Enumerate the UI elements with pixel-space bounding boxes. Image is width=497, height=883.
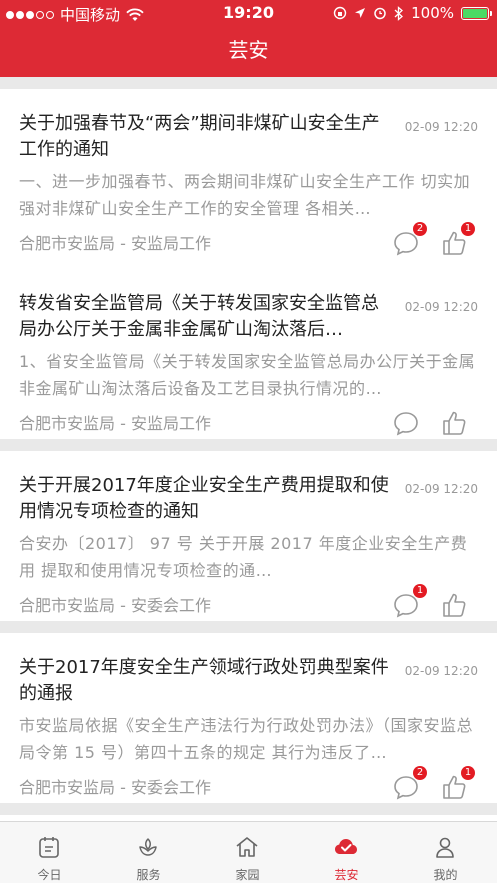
battery-icon bbox=[461, 6, 492, 20]
comment-icon bbox=[394, 412, 418, 436]
status-right: 100% bbox=[333, 4, 492, 22]
orientation-lock-icon bbox=[333, 6, 347, 20]
article-date: 02-09 12:20 bbox=[404, 120, 478, 134]
article-source: 合肥市安监局 - 安委会工作 bbox=[19, 778, 211, 797]
tab-mine[interactable]: 我的 bbox=[396, 822, 495, 883]
article-summary: 一、进一步加强春节、两会期间非煤矿山安全生产工作 切实加强对非煤矿山安全生产工作… bbox=[19, 172, 471, 218]
tab-bar: 今日 服务 家园 芸安 我的 bbox=[0, 821, 497, 883]
status-bar: 中国移动 19:20 100% bbox=[0, 0, 497, 27]
bluetooth-icon bbox=[394, 5, 404, 21]
comment-count-badge: 2 bbox=[413, 766, 427, 780]
article-card[interactable]: 关于加强春节及“两会”期间非煤矿山安全生产工作的通知 02-09 12:20 一… bbox=[0, 89, 497, 269]
tab-label: 芸安 bbox=[334, 868, 359, 882]
tab-label: 今日 bbox=[37, 868, 62, 882]
article-card[interactable]: 转发省安全监管局《关于转发国家安全监管总局办公厅关于金属非金属矿山淘汰落后… 0… bbox=[0, 269, 497, 439]
article-title[interactable]: 关于2017年度安全生产领域行政处罚典型案件的通报 bbox=[19, 655, 395, 707]
battery-percent: 100% bbox=[411, 4, 454, 22]
article-date: 02-09 12:20 bbox=[404, 300, 478, 314]
tab-service[interactable]: 服务 bbox=[99, 822, 198, 883]
comment-button[interactable]: 1 bbox=[392, 584, 427, 621]
article-summary: 1、省安全监管局《关于转发国家安全监管总局办公厅关于金属非金属矿山淘汰落后设备及… bbox=[19, 352, 476, 398]
like-count-badge: 1 bbox=[461, 766, 475, 780]
home-icon bbox=[236, 837, 258, 857]
page-title: 芸安 bbox=[228, 38, 269, 62]
comment-button[interactable]: 2 bbox=[392, 766, 427, 803]
article-source: 合肥市安监局 - 安监局工作 bbox=[19, 414, 211, 433]
tab-today[interactable]: 今日 bbox=[0, 822, 99, 883]
sprout-icon bbox=[139, 838, 157, 856]
alarm-icon bbox=[374, 7, 386, 20]
like-button[interactable] bbox=[440, 409, 470, 439]
tab-label: 家园 bbox=[235, 868, 260, 882]
nav-bar: 芸安 bbox=[0, 27, 497, 77]
like-button[interactable]: 1 bbox=[440, 766, 475, 803]
like-count-badge: 1 bbox=[461, 222, 475, 236]
tab-label: 我的 bbox=[433, 868, 458, 882]
article-source: 合肥市安监局 - 安监局工作 bbox=[19, 234, 211, 253]
cloud-check-icon bbox=[335, 839, 357, 854]
article-date: 02-09 12:20 bbox=[404, 482, 478, 496]
article-summary: 合安办〔2017〕 97 号 关于开展 2017 年度企业安全生产费用 提取和使… bbox=[19, 534, 468, 580]
like-button[interactable] bbox=[440, 591, 470, 621]
tab-home[interactable]: 家园 bbox=[198, 822, 297, 883]
article-card[interactable]: 关于2017年度安全生产领域行政处罚典型案件的通报 02-09 12:20 市安… bbox=[0, 633, 497, 803]
like-button[interactable]: 1 bbox=[440, 222, 475, 259]
comment-count-badge: 2 bbox=[413, 222, 427, 236]
article-title[interactable]: 关于开展2017年度企业安全生产费用提取和使用情况专项检查的通知 bbox=[19, 473, 395, 525]
article-title[interactable]: 关于加强春节及“两会”期间非煤矿山安全生产工作的通知 bbox=[19, 111, 395, 163]
person-icon bbox=[436, 837, 454, 858]
article-summary: 市安监局依据《安全生产违法行为行政处罚办法》（国家安监总局令第 15 号）第四十… bbox=[19, 716, 474, 762]
comment-button[interactable]: 2 bbox=[392, 222, 427, 259]
thumbs-up-icon bbox=[443, 593, 466, 617]
comment-button[interactable] bbox=[392, 409, 422, 439]
calendar-icon bbox=[39, 837, 59, 858]
article-date: 02-09 12:20 bbox=[404, 664, 478, 678]
article-source: 合肥市安监局 - 安委会工作 bbox=[19, 596, 211, 615]
article-card[interactable]: 关于开展2017年度企业安全生产费用提取和使用情况专项检查的通知 02-09 1… bbox=[0, 451, 497, 621]
location-icon bbox=[355, 8, 366, 18]
tab-yunan[interactable]: 芸安 bbox=[297, 822, 396, 883]
thumbs-up-icon bbox=[443, 411, 466, 435]
tab-label: 服务 bbox=[136, 868, 161, 882]
comment-count-badge: 1 bbox=[413, 584, 427, 598]
article-feed[interactable]: 关于加强春节及“两会”期间非煤矿山安全生产工作的通知 02-09 12:20 一… bbox=[0, 77, 497, 821]
article-title[interactable]: 转发省安全监管局《关于转发国家安全监管总局办公厅关于金属非金属矿山淘汰落后… bbox=[19, 291, 395, 343]
